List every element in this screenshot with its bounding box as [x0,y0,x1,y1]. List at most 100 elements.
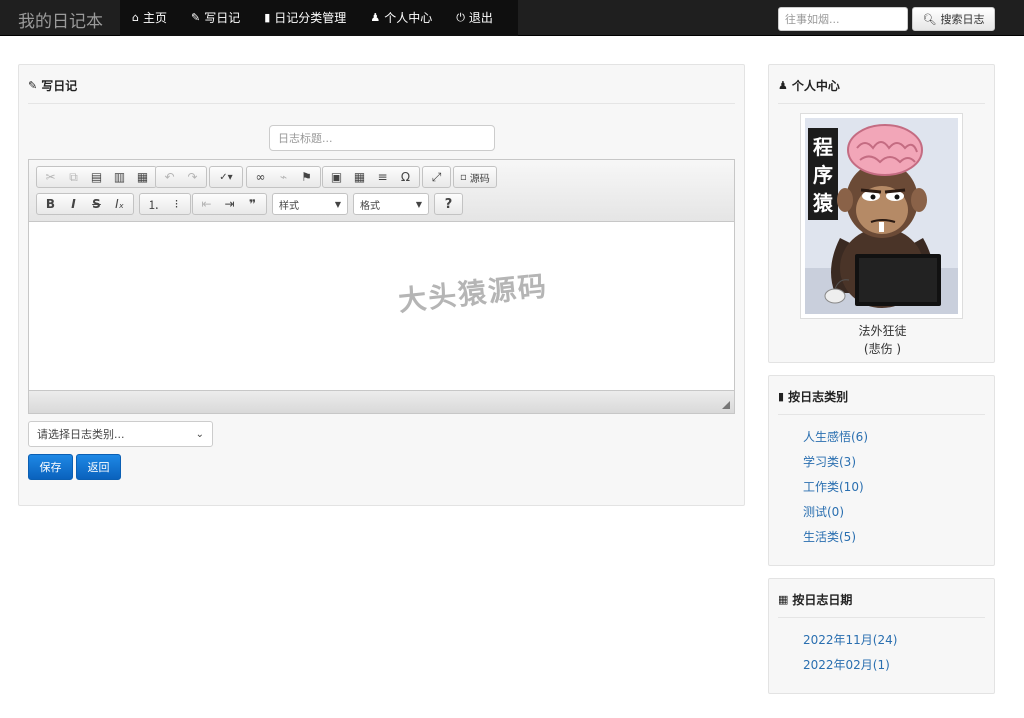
editor-statusbar [29,390,734,413]
category-link[interactable]: 测试(0) [803,503,844,520]
outdent-icon[interactable]: ⇤ [195,194,218,214]
resize-handle-icon[interactable] [722,401,730,409]
category-link[interactable]: 学习类(3) [803,453,856,470]
cut-icon[interactable]: ✂ [39,167,62,187]
nav-item-label: 写日记 [204,11,241,25]
remove-format-icon[interactable]: Iₓ [108,194,131,214]
nav-item-home[interactable]: ⌂ 主页 [120,0,179,36]
italic-icon[interactable]: I [62,194,85,214]
help-button[interactable]: ? [437,194,460,214]
search-input[interactable] [778,7,908,31]
editor-content-area[interactable] [29,222,734,389]
chevron-down-icon: ⌄ [195,428,204,440]
diary-category-select[interactable]: 请选择日志类别... ⌄ [28,421,213,447]
maximize-group: ⤢ [422,166,451,188]
table-icon[interactable]: ▦ [348,167,371,187]
search-icon: 🔍︎ [922,12,937,26]
avatar: 程 序 猿 [800,113,963,319]
paste-word-icon[interactable]: ▦ [131,167,154,187]
copy-icon[interactable]: ⧉ [62,167,85,187]
source-label: 源码 [469,173,490,185]
home-icon: ⌂ [132,11,139,24]
chevron-down-icon: ▼ [334,199,341,209]
help-label: ? [444,196,453,212]
paste-icon[interactable]: ▤ [85,167,108,187]
help-group: ? [434,193,463,215]
avatar-banner-char: 序 [813,163,833,187]
category-select-value: 请选择日志类别... [37,428,125,441]
user-icon: ♟ [778,79,788,92]
bold-icon[interactable]: B [39,194,62,214]
category-link[interactable]: 生活类(5) [803,528,856,545]
brand-title[interactable]: 我的日记本 [18,7,103,32]
link-icon[interactable]: ∞ [249,167,272,187]
bulleted-list-icon[interactable]: ⁝ [165,194,188,214]
panel-title-text: 写日记 [41,79,78,93]
nav-item-category-manage[interactable]: ▮ 日记分类管理 [252,0,358,36]
top-navbar: 我的日记本 ⌂ 主页 ✎ 写日记 ▮ 日记分类管理 ♟ 个人中心 ⏻ 退出 🔍︎… [0,0,1024,36]
back-button[interactable]: 返回 [76,454,121,480]
panel-title-text: 个人中心 [791,79,840,93]
indent-icon[interactable]: ⇥ [218,194,241,214]
link-group: ∞ ⌁ ⚑ [246,166,321,188]
category-link[interactable]: 人生感悟(6) [803,428,868,445]
search-button-label: 搜索日志 [940,13,985,26]
horizontal-rule-icon[interactable]: ≡ [371,167,394,187]
avatar-banner-char: 猿 [812,191,834,215]
source-icon: ▫ [460,171,467,183]
diary-title-input[interactable] [269,125,495,151]
panel-title: ♟ 个人中心 [778,77,840,94]
paste-text-icon[interactable]: ▥ [108,167,131,187]
redo-icon[interactable]: ↷ [181,167,204,187]
save-button-label: 保存 [39,461,62,474]
date-archive-link[interactable]: 2022年11月(24) [803,631,897,648]
format-dropdown[interactable]: 格式 ▼ [353,193,429,215]
spellcheck-group: ✓▾ [209,166,243,188]
undo-icon[interactable]: ↶ [158,167,181,187]
image-icon[interactable]: ▣ [325,167,348,187]
format-dropdown-label: 格式 [360,200,380,212]
nav-item-label: 退出 [468,11,493,25]
pencil-icon: ✎ [191,11,201,24]
panel-title: ✎ 写日记 [28,77,77,94]
user-icon: ♟ [370,11,381,24]
anchor-flag-icon[interactable]: ⚑ [295,167,318,187]
maximize-icon[interactable]: ⤢ [425,167,448,187]
divider [778,103,985,104]
panel-title-text: 按日志类别 [788,390,849,404]
divider [28,103,735,104]
divider [778,617,985,618]
unlink-icon[interactable]: ⌁ [272,167,295,187]
save-button[interactable]: 保存 [28,454,73,480]
strikethrough-icon[interactable]: S [85,194,108,214]
rich-text-editor: ✂ ⧉ ▤ ▥ ▦ ↶ ↷ ✓▾ ∞ ⌁ ⚑ ▣ ▦ ≡ Ω ⤢ ▫ 源码 B … [28,159,735,414]
profile-panel: ♟ 个人中心 程 序 猿 法外狂徒 (悲伤) [768,64,995,363]
write-diary-panel: ✎ 写日记 ✂ ⧉ ▤ ▥ ▦ ↶ ↷ ✓▾ ∞ ⌁ ⚑ [18,64,745,506]
numbered-list-icon[interactable]: ⒈ [142,194,165,214]
indent-group: ⇤ ⇥ ❞ [192,193,267,215]
category-link[interactable]: 工作类(10) [803,478,864,495]
nav-item-logout[interactable]: ⏻ 退出 [444,0,505,36]
source-group: ▫ 源码 [453,166,497,188]
nav-item-personal-center[interactable]: ♟ 个人中心 [358,0,444,36]
special-char-icon[interactable]: Ω [394,167,417,187]
back-button-label: 返回 [87,461,110,474]
panel-title-text: 按日志日期 [792,593,853,607]
book-icon: ▮ [264,11,271,24]
nav-item-write[interactable]: ✎ 写日记 [179,0,252,36]
search-button[interactable]: 🔍︎ 搜索日志 [912,7,995,31]
text-style-group: B I S Iₓ [36,193,134,215]
nav-item-label: 日记分类管理 [274,11,347,25]
calendar-icon: ▦ [778,593,789,606]
style-dropdown[interactable]: 样式 ▼ [272,193,348,215]
spellcheck-icon[interactable]: ✓▾ [212,167,240,187]
source-button[interactable]: ▫ 源码 [456,167,494,187]
category-panel: ▮ 按日志类别 人生感悟(6) 学习类(3) 工作类(10) 测试(0) 生活类… [768,375,995,566]
blockquote-icon[interactable]: ❞ [241,194,264,214]
undo-group: ↶ ↷ [155,166,207,188]
book-icon: ▮ [778,390,785,403]
editor-toolbar: ✂ ⧉ ▤ ▥ ▦ ↶ ↷ ✓▾ ∞ ⌁ ⚑ ▣ ▦ ≡ Ω ⤢ ▫ 源码 B … [29,160,734,222]
date-archive-panel: ▦ 按日志日期 2022年11月(24) 2022年02月(1) [768,578,995,694]
clipboard-group: ✂ ⧉ ▤ ▥ ▦ [36,166,157,188]
date-archive-link[interactable]: 2022年02月(1) [803,656,890,673]
